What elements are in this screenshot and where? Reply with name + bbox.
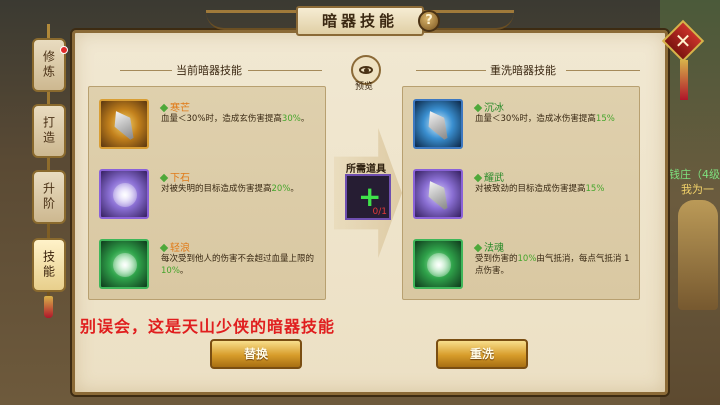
divider — [120, 70, 172, 71]
overlay-caption: 别误会，这是天山少侠的暗器技能 — [80, 317, 336, 336]
notification-dot — [60, 46, 68, 54]
help-button[interactable]: ? — [418, 10, 440, 32]
skill-name: 下石 — [159, 169, 190, 184]
window-title: 暗器技能 — [296, 6, 424, 36]
divider — [248, 70, 322, 71]
skill-name: 耀武 — [473, 169, 504, 184]
current-skills-title: 当前暗器技能 — [176, 64, 242, 77]
skill-name: 沉冰 — [473, 99, 504, 114]
skill-name: 法魂 — [473, 239, 504, 254]
claw-purple-icon[interactable] — [413, 169, 463, 219]
current-skill-2: 下石 对被失明的目标造成伤害提高20%。 — [99, 169, 325, 229]
skill-description: 对被致劲的目标造成伤害提高15% — [475, 184, 605, 194]
npc-figure[interactable] — [678, 200, 718, 310]
rewash-button[interactable]: 重洗 — [436, 339, 528, 369]
skill-description: 血量＜30%时，造成玄伤害提高30%。 — [161, 114, 310, 124]
scene-npc-title: 我为一 — [681, 183, 714, 196]
preview-label: 预览 — [355, 82, 374, 92]
skill-name: 寒芒 — [159, 99, 190, 114]
rewash-skills-panel: 沉冰 血量＜30%时，造成冰伤害提高15% 耀武 对被致劲的目标造成伤害提高15… — [402, 86, 640, 300]
divider — [416, 70, 486, 71]
close-tassel — [680, 60, 688, 100]
tab-shengjie[interactable]: 升阶 — [32, 170, 66, 224]
scene-npc-label: 钱庄（4级 — [669, 168, 720, 181]
title-ornament-left — [206, 10, 296, 30]
skill-description: 血量＜30%时，造成冰伤害提高15% — [475, 114, 615, 124]
required-item-count: 0/1 — [372, 207, 387, 217]
divider — [566, 70, 640, 71]
skill-name: 轻浪 — [159, 239, 190, 254]
rewash-skills-title: 重洗暗器技能 — [490, 64, 556, 77]
tassel-decoration — [44, 296, 53, 318]
orb-hand-green-icon[interactable] — [413, 239, 463, 289]
rewash-skill-3: 法魂 受到伤害的10%由气抵消，每点气抵消 1 点伤害。 — [413, 239, 639, 299]
skill-description: 每次受到他人的伤害不会超过血量上限的10%。 — [161, 254, 315, 276]
tab-jineng[interactable]: 技能 — [32, 238, 66, 292]
rewash-skill-2: 耀武 对被致劲的目标造成伤害提高15% — [413, 169, 639, 229]
current-skills-panel: 寒芒 血量＜30%时，造成玄伤害提高30%。 下石 对被失明的目标造成伤害提高2… — [88, 86, 326, 300]
replace-button[interactable]: 替换 — [210, 339, 302, 369]
tab-dazao[interactable]: 打造 — [32, 104, 66, 158]
required-item-slot[interactable]: + 0/1 — [345, 174, 391, 220]
eye-pupil — [364, 68, 369, 73]
orb-green-icon[interactable] — [99, 239, 149, 289]
side-tabs: 修炼 打造 升阶 技能 — [28, 24, 68, 324]
dart-purple-icon[interactable] — [99, 169, 149, 219]
dart-blue-icon[interactable] — [413, 99, 463, 149]
current-skill-1: 寒芒 血量＜30%时，造成玄伤害提高30%。 — [99, 99, 325, 159]
current-skill-3: 轻浪 每次受到他人的伤害不会超过血量上限的10%。 — [99, 239, 325, 299]
skill-description: 受到伤害的10%由气抵消，每点气抵消 1 点伤害。 — [475, 254, 630, 276]
close-icon: ✕ — [674, 29, 692, 53]
skill-description: 对被失明的目标造成伤害提高20%。 — [161, 184, 299, 194]
rewash-skill-1: 沉冰 血量＜30%时，造成冰伤害提高15% — [413, 99, 639, 159]
dart-gold-icon[interactable] — [99, 99, 149, 149]
required-item-label: 所需道具 — [346, 164, 386, 175]
